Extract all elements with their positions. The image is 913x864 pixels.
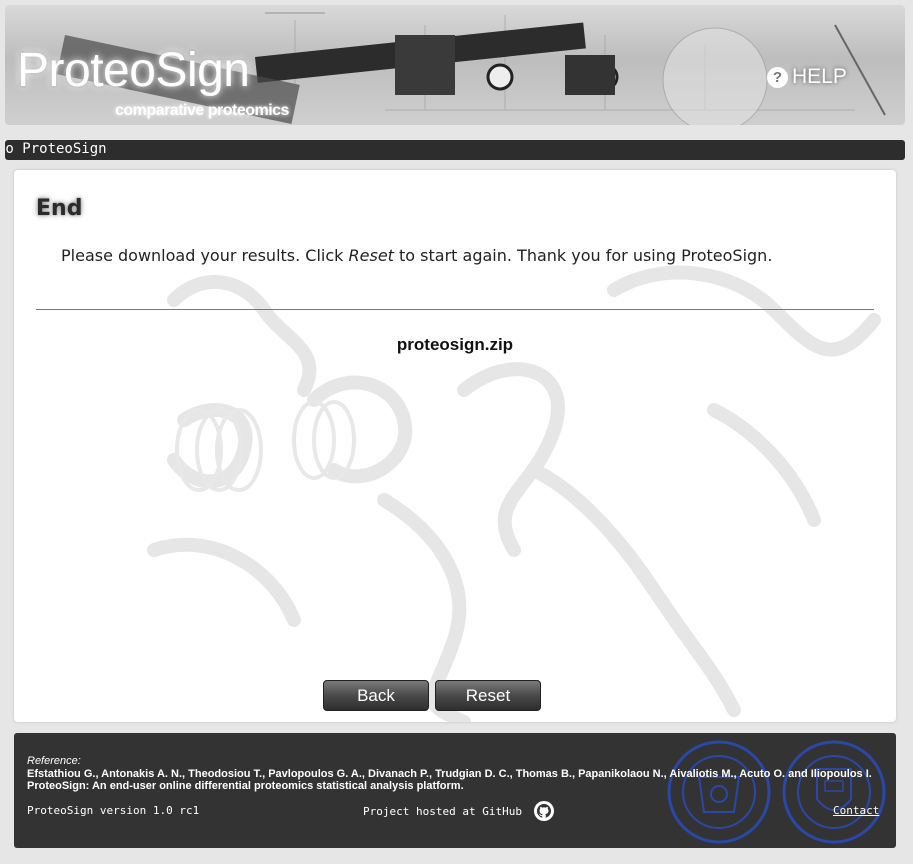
contact-link[interactable]: Contact: [833, 804, 879, 817]
marquee-bar: to ProteoSign: [5, 140, 905, 160]
github-icon[interactable]: [533, 801, 554, 821]
message-text-end: to start again. Thank you for using Prot…: [393, 246, 773, 265]
back-button[interactable]: Back: [323, 680, 429, 711]
brand-logo: ProteoSign: [17, 44, 250, 97]
page-title: End: [36, 196, 83, 221]
version-text: ProteoSign version 1.0 rc1: [27, 804, 200, 817]
github-text: Project hosted at GitHub: [363, 804, 522, 818]
message-reset-emphasis: Reset: [348, 246, 394, 265]
help-label: HELP: [792, 65, 847, 88]
github-link[interactable]: Project hosted at GitHub: [363, 801, 554, 821]
footer: Reference: Efstathiou G., Antonakis A. N…: [14, 733, 896, 848]
message-text-start: Please download your results. Click: [61, 246, 349, 265]
completion-message: Please download your results. Click Rese…: [61, 246, 772, 265]
oxford-crest-icon: [782, 740, 886, 844]
marquee-text: to ProteoSign: [5, 141, 107, 157]
download-results-link[interactable]: proteosign.zip: [14, 335, 896, 355]
main-panel: End Please download your results. Click …: [14, 170, 896, 722]
university-seal-icon: [667, 740, 771, 844]
reference-title: ProteoSign: An end-user online different…: [27, 780, 464, 792]
divider: [36, 309, 874, 310]
reset-button[interactable]: Reset: [435, 680, 541, 711]
brand-tagline: comparative proteomics: [115, 102, 289, 119]
question-circle-icon: ?: [767, 66, 788, 88]
reference-label: Reference:: [27, 755, 81, 767]
reference-authors: Efstathiou G., Antonakis A. N., Theodosi…: [27, 768, 872, 780]
header-banner: ProteoSign comparative proteomics ? HELP: [5, 5, 905, 125]
help-button[interactable]: ? HELP: [767, 65, 847, 89]
